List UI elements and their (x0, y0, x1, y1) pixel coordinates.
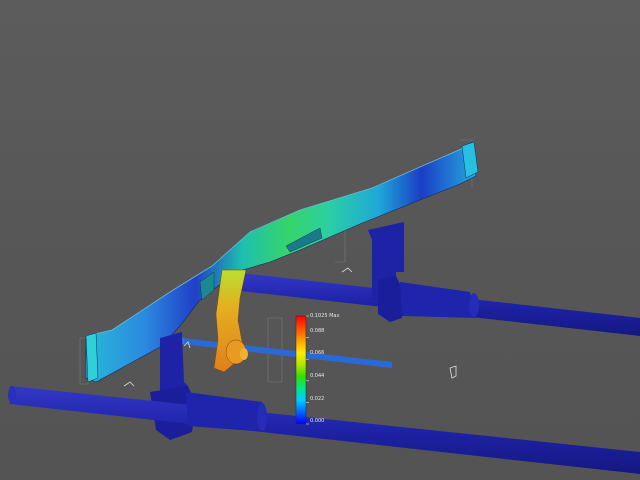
view-cue-icon (341, 267, 353, 273)
rear-support-bracket[interactable] (368, 222, 479, 322)
legend-label: 0.066 (310, 350, 325, 356)
view-cue-icon (123, 381, 135, 387)
cross-shaft[interactable] (180, 337, 392, 368)
legend-label: 0.044 (310, 373, 325, 379)
fea-model-view[interactable] (0, 0, 640, 480)
stress-legend (295, 315, 309, 425)
view-cue-icon (449, 365, 457, 379)
legend-color-bar (295, 315, 307, 425)
3d-viewport[interactable]: 0.1025 Max 0.088 0.066 0.044 0.022 0.000 (0, 0, 640, 480)
legend-label: 0.088 (310, 328, 325, 334)
legend-max-label: 0.1025 Max (310, 313, 340, 319)
legend-label: 0.022 (310, 396, 325, 402)
legend-min-label: 0.000 (310, 418, 325, 424)
legend-ticks (306, 315, 309, 425)
